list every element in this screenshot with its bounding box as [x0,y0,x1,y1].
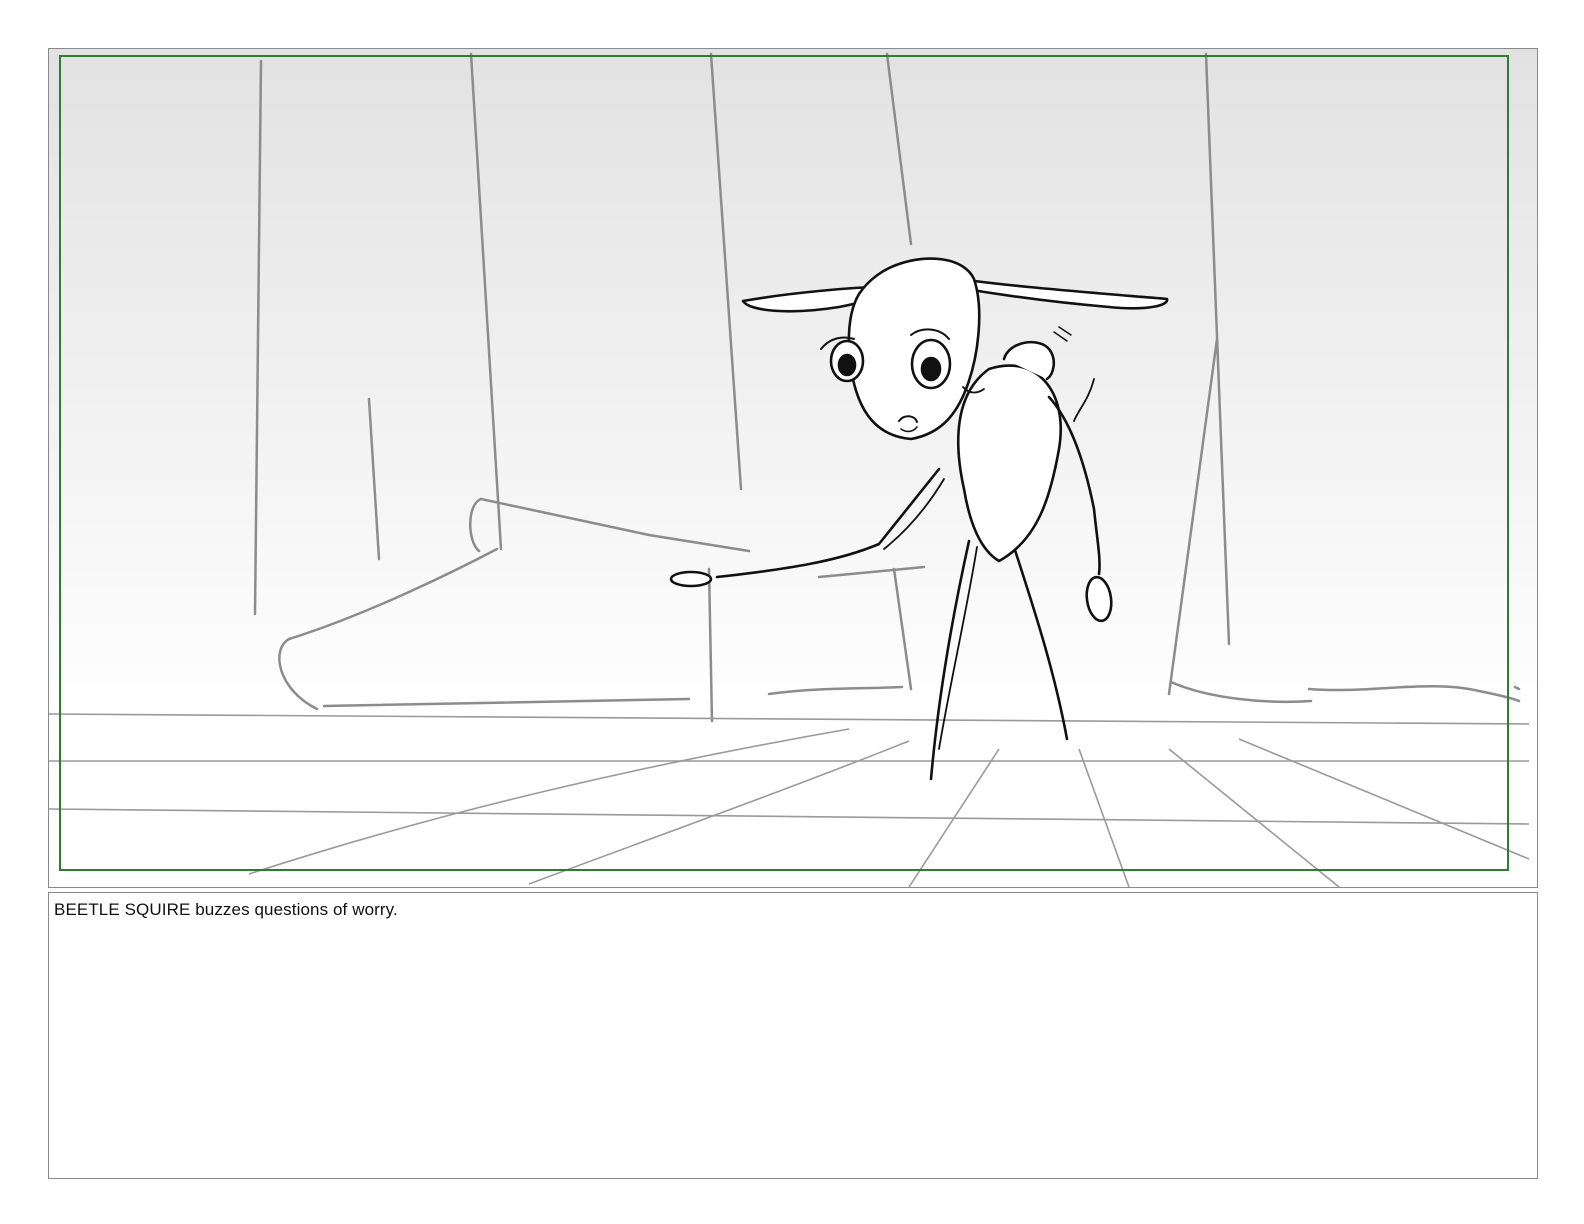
sky-gradient [49,49,1537,887]
storyboard-frame [48,48,1538,888]
storyboard-drawing [49,49,1537,887]
action-notes-text: BEETLE SQUIRE buzzes questions of worry. [54,900,398,919]
action-notes-panel: BEETLE SQUIRE buzzes questions of worry. [48,892,1538,1179]
